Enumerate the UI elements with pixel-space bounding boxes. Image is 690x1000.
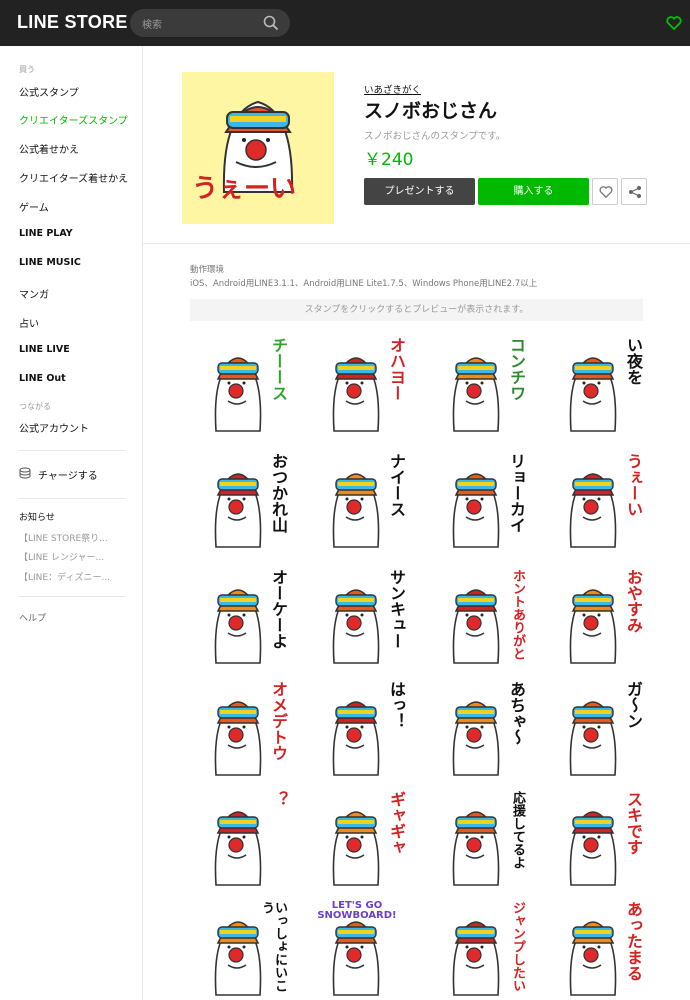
sticker-text: オメデトウ <box>269 681 288 761</box>
sticker-text: リョーカイ <box>507 453 526 533</box>
news-item[interactable]: 【LINE STORE祭り... <box>19 531 108 544</box>
sidebar-divider <box>19 596 125 597</box>
sticker-text: い夜を <box>624 337 643 385</box>
search-box[interactable]: 検索 <box>130 9 290 37</box>
gift-button[interactable]: プレゼントする <box>364 178 475 205</box>
sidebar: 買う 公式スタンプ クリエイターズスタンプ 公式着せかえ クリエイターズ着せかえ… <box>0 46 143 1000</box>
sticker-text: ギャギャ <box>387 791 406 855</box>
sidebar-item-creators-themes[interactable]: クリエイターズ着せかえ <box>19 170 128 185</box>
sticker-item[interactable]: ホントありがと <box>428 565 526 665</box>
sticker-text: ガ〜ン <box>624 681 643 729</box>
sidebar-item-line-music[interactable]: LINE MUSIC <box>19 257 81 268</box>
sticker-item[interactable]: LET'S GO SNOWBOARD! <box>308 897 406 997</box>
wishlist-button[interactable] <box>592 178 618 205</box>
sticker-item[interactable]: サンキュー <box>308 565 406 665</box>
news-item[interactable]: 【LINE レンジャー... <box>19 550 104 563</box>
product-title: スノボおじさん <box>364 100 498 122</box>
sticker-text: ホントありがと <box>510 569 525 660</box>
sticker-text: ジャンプしたい <box>510 901 525 992</box>
sidebar-item-manga[interactable]: マンガ <box>19 286 49 301</box>
coin-icon <box>19 467 31 479</box>
sticker-item[interactable]: いっしょにいこう <box>190 897 288 997</box>
sidebar-divider <box>19 498 125 499</box>
sticker-text: はっ！ <box>387 681 406 729</box>
sticker-text: LET'S GO SNOWBOARD! <box>317 900 397 921</box>
sticker-text: チーース <box>269 337 288 401</box>
share-button[interactable] <box>621 178 647 205</box>
sidebar-item-creators-stickers[interactable]: クリエイターズスタンプ <box>19 112 128 127</box>
sidebar-item-charge[interactable]: チャージする <box>38 467 98 482</box>
sidebar-item-line-live[interactable]: LINE LIVE <box>19 344 70 355</box>
news-item[interactable]: 【LINE：ディズニー... <box>19 570 110 583</box>
product-price: ￥240 <box>364 150 414 170</box>
sticker-item[interactable]: ギャギャ <box>308 787 406 887</box>
sticker-text: あちゃ〜 <box>507 681 526 745</box>
sticker-item[interactable]: い夜を <box>545 333 643 433</box>
top-header: LINE STORE 検索 <box>0 0 690 46</box>
sticker-text: うぇーい <box>624 453 643 517</box>
wishlist-heart-icon[interactable] <box>666 16 682 30</box>
preview-hint: スタンプをクリックするとプレビューが表示されます。 <box>190 299 643 321</box>
sticker-text: ナイース <box>387 453 406 517</box>
sidebar-divider <box>19 450 125 451</box>
buy-button[interactable]: 購入する <box>478 178 589 205</box>
product-description: スノボおじさんのスタンプです。 <box>364 131 506 142</box>
sticker-item[interactable]: ジャンプしたい <box>428 897 526 997</box>
sticker-text: サンキュー <box>387 569 406 649</box>
heart-icon <box>599 186 613 199</box>
sidebar-item-official-themes[interactable]: 公式着せかえ <box>19 141 79 156</box>
sidebar-item-line-play[interactable]: LINE PLAY <box>19 228 73 239</box>
sticker-item[interactable]: ガ〜ン <box>545 677 643 777</box>
main-image-text: うぇーい <box>192 174 297 204</box>
sidebar-item-line-out[interactable]: LINE Out <box>19 373 66 384</box>
sticker-text: オーケーよ <box>269 569 288 649</box>
environment-text: iOS、Android用LINE3.1.1、Android用LINE Lite1… <box>190 279 538 289</box>
sticker-text: おつかれ山 <box>269 453 288 533</box>
sticker-text: スキです <box>624 791 643 855</box>
connect-caption: つながる <box>19 402 51 411</box>
sidebar-item-games[interactable]: ゲーム <box>19 199 49 214</box>
sticker-item[interactable]: はっ！ <box>308 677 406 777</box>
sticker-item[interactable]: オハヨー <box>308 333 406 433</box>
sticker-item[interactable]: チーース <box>190 333 288 433</box>
sticker-item[interactable]: おつかれ山 <box>190 449 288 549</box>
sticker-item[interactable]: ？ <box>190 787 288 887</box>
sticker-text: おやすみ <box>624 569 643 633</box>
sticker-text: あったまる <box>624 901 643 981</box>
sticker-item[interactable]: スキです <box>545 787 643 887</box>
sticker-text: 応援してるよ <box>510 791 525 869</box>
creator-link[interactable]: いあざきがく <box>364 82 421 96</box>
sticker-item[interactable]: うぇーい <box>545 449 643 549</box>
section-divider <box>143 243 690 244</box>
sidebar-item-official-stickers[interactable]: 公式スタンプ <box>19 84 79 99</box>
search-icon[interactable] <box>263 15 279 31</box>
sticker-item[interactable]: コンチワ <box>428 333 526 433</box>
sidebar-item-official-account[interactable]: 公式アカウント <box>19 420 89 435</box>
sticker-item[interactable]: おやすみ <box>545 565 643 665</box>
sticker-text: コンチワ <box>507 337 526 401</box>
sticker-item[interactable]: リョーカイ <box>428 449 526 549</box>
line-store-logo[interactable]: LINE STORE <box>17 12 128 33</box>
sticker-main-image: うぇーい <box>182 72 334 224</box>
sticker-text: いっしょにいこう <box>259 901 287 992</box>
search-input[interactable]: 検索 <box>142 16 162 31</box>
sticker-text: ？ <box>269 791 288 807</box>
sticker-item[interactable]: あちゃ〜 <box>428 677 526 777</box>
share-icon <box>629 186 641 198</box>
sticker-text: オハヨー <box>387 337 406 401</box>
news-caption: お知らせ <box>19 513 55 523</box>
sticker-item[interactable]: ナイース <box>308 449 406 549</box>
sticker-item[interactable]: あったまる <box>545 897 643 997</box>
sticker-item[interactable]: オーケーよ <box>190 565 288 665</box>
environment-caption: 動作環境 <box>190 265 225 275</box>
sticker-item[interactable]: オメデトウ <box>190 677 288 777</box>
sidebar-item-help[interactable]: ヘルプ <box>19 611 46 624</box>
sticker-item[interactable]: 応援してるよ <box>428 787 526 887</box>
buy-caption: 買う <box>19 65 35 74</box>
sidebar-item-fortune[interactable]: 占い <box>19 315 39 330</box>
